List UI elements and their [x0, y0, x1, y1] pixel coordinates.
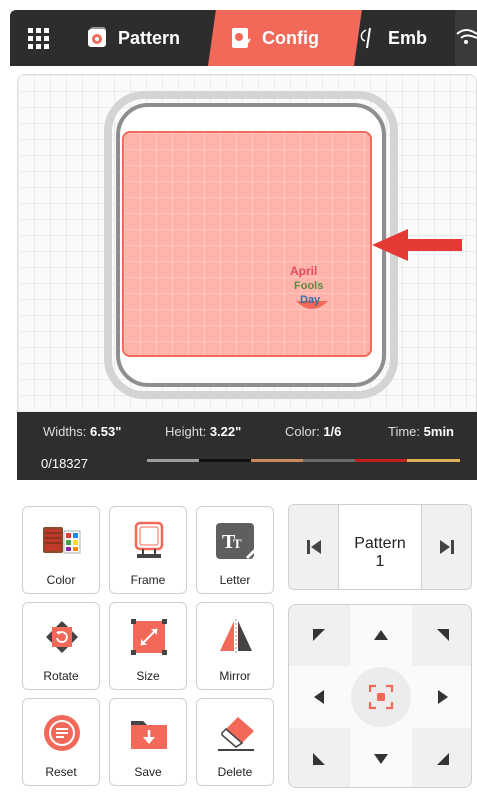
move-down-left-button[interactable] — [299, 739, 339, 779]
move-down-button[interactable] — [361, 739, 401, 779]
color-button-label: Color — [46, 573, 76, 587]
thread-color-segment — [407, 459, 460, 462]
skip-next-icon — [439, 540, 454, 554]
stitch-progress: 0/18327 — [41, 456, 88, 471]
rotate-button-label: Rotate — [43, 669, 79, 683]
arrow-left-icon — [314, 690, 324, 704]
thread-color-segment — [199, 459, 251, 462]
frame-button[interactable]: Frame — [109, 506, 187, 594]
move-right-button[interactable] — [423, 677, 463, 717]
tab-config-label: Config — [262, 27, 319, 48]
svg-text:T: T — [233, 536, 242, 551]
widths-readout: Widths: 6.53" — [43, 424, 122, 439]
pattern-icon — [88, 27, 106, 47]
height-readout: Height: 3.22" — [165, 424, 242, 439]
center-design-button[interactable] — [351, 667, 411, 727]
color-palette-icon — [43, 527, 81, 554]
mirror-button-label: Mirror — [219, 669, 251, 683]
text-tool-icon: T T — [216, 523, 256, 559]
pattern-label-text: Pattern — [354, 535, 406, 552]
thread-color-segment — [303, 459, 355, 462]
color-readout: Color: 1/6 — [285, 424, 342, 439]
save-button-label: Save — [134, 765, 162, 779]
letter-button-label: Letter — [219, 573, 251, 587]
rotate-button[interactable]: Rotate — [22, 602, 100, 690]
top-navigation-bar: Pattern Config Emb — [10, 10, 477, 66]
tab-pattern[interactable]: Pattern — [86, 10, 206, 66]
move-up-button[interactable] — [361, 615, 401, 655]
size-button[interactable]: Size — [109, 602, 187, 690]
move-up-right-button[interactable] — [423, 615, 463, 655]
letter-button[interactable]: T T Letter — [196, 506, 274, 594]
thread-color-segment — [355, 459, 407, 462]
thread-color-segment — [251, 459, 303, 462]
needle-icon — [360, 27, 371, 49]
hoop-frame-icon — [134, 521, 164, 558]
thread-color-segment — [147, 459, 199, 462]
mirror-button[interactable]: Mirror — [196, 602, 274, 690]
apps-menu-button[interactable] — [10, 10, 66, 66]
wifi-icon — [456, 29, 477, 44]
arrow-up-icon — [374, 630, 388, 640]
embroidery-canvas[interactable]: April Fools Day — [17, 74, 477, 412]
current-pattern-label: Pattern 1 — [339, 535, 421, 571]
arrow-right-icon — [438, 690, 448, 704]
arrow-up-right-icon — [437, 629, 449, 641]
arrow-down-right-icon — [437, 753, 449, 765]
design-info-bar: Widths: 6.53" Height: 3.22" Color: 1/6 T… — [17, 412, 477, 480]
tab-emb[interactable]: Emb — [356, 10, 466, 66]
rotate-icon — [46, 621, 78, 653]
move-left-button[interactable] — [299, 677, 339, 717]
position-dpad — [288, 604, 472, 788]
move-up-left-button[interactable] — [299, 615, 339, 655]
tab-emb-label: Emb — [388, 27, 428, 48]
pattern-number: 1 — [375, 553, 385, 570]
logo-text-line3: Day — [300, 294, 321, 306]
design-area[interactable] — [122, 131, 372, 357]
tab-pattern-label: Pattern — [118, 27, 181, 48]
delete-button-label: Delete — [217, 765, 253, 779]
reset-icon — [44, 715, 80, 751]
next-pattern-button[interactable] — [421, 505, 471, 589]
logo-text-line2: Fools — [294, 280, 323, 292]
pointer-arrow — [372, 229, 462, 261]
eraser-icon — [218, 717, 254, 751]
resize-icon — [131, 619, 167, 655]
tab-config[interactable]: Config — [196, 10, 346, 66]
focus-center-icon — [368, 684, 394, 710]
logo-text-line1: April — [290, 264, 317, 278]
mirror-icon — [220, 619, 252, 655]
previous-pattern-button[interactable] — [289, 505, 339, 589]
color-button[interactable]: Color — [22, 506, 100, 594]
pattern-selector: Pattern 1 — [288, 504, 472, 590]
size-button-label: Size — [136, 669, 160, 683]
arrow-down-left-icon — [313, 753, 325, 765]
arrow-down-icon — [374, 754, 388, 764]
skip-previous-icon — [306, 540, 321, 554]
save-folder-icon — [131, 721, 167, 749]
config-icon — [232, 28, 251, 48]
reset-button[interactable]: Reset — [22, 698, 100, 786]
frame-button-label: Frame — [130, 573, 166, 587]
delete-button[interactable]: Delete — [196, 698, 274, 786]
reset-button-label: Reset — [45, 765, 77, 779]
wifi-status — [455, 10, 477, 66]
arrow-up-left-icon — [313, 629, 325, 641]
grid-icon — [27, 27, 49, 49]
move-down-right-button[interactable] — [423, 739, 463, 779]
save-button[interactable]: Save — [109, 698, 187, 786]
april-fools-day-design[interactable]: April Fools Day — [286, 261, 338, 317]
time-readout: Time: 5min — [388, 424, 454, 439]
